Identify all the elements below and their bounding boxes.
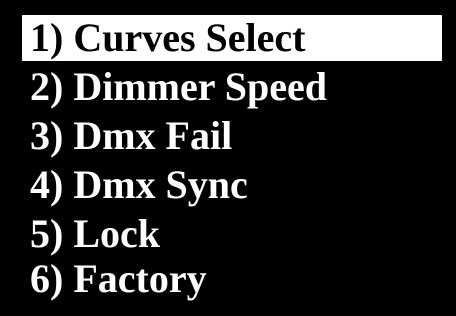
menu-item-dmx-sync[interactable]: 4) Dmx Sync [22, 162, 248, 208]
lcd-display: 1) Curves Select 2) Dimmer Speed 3) Dmx … [0, 0, 456, 316]
menu-item-dimmer-speed[interactable]: 2) Dimmer Speed [22, 64, 327, 110]
menu-item-factory[interactable]: 6) Factory [22, 256, 207, 302]
menu-item-dmx-fail[interactable]: 3) Dmx Fail [22, 113, 232, 159]
menu-item-lock[interactable]: 5) Lock [22, 211, 160, 257]
settings-menu: 1) Curves Select 2) Dimmer Speed 3) Dmx … [0, 0, 456, 316]
menu-item-curves-select[interactable]: 1) Curves Select [22, 15, 442, 61]
